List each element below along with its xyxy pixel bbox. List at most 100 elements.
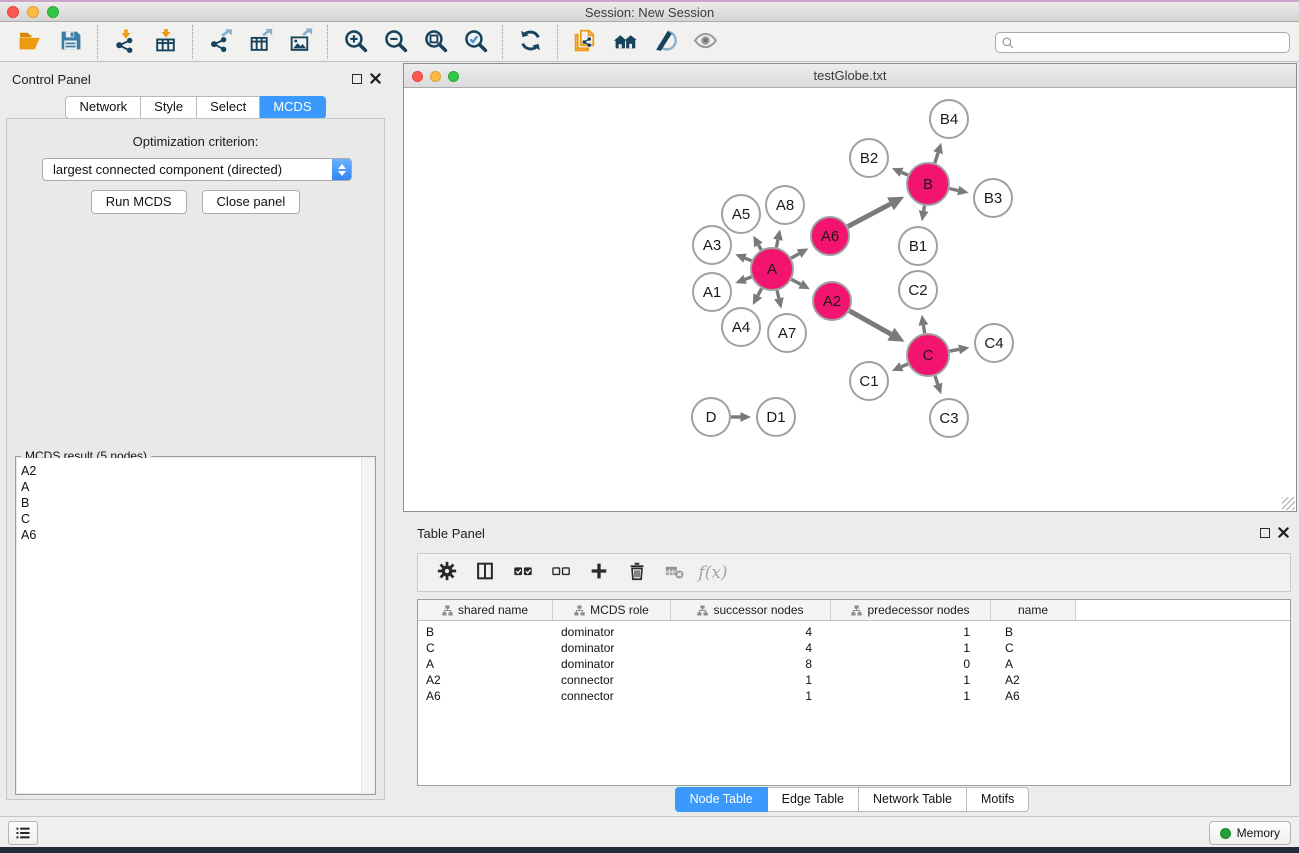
settings-icon xyxy=(436,560,458,585)
graph-edge-A2-C[interactable] xyxy=(849,311,891,334)
eye-button[interactable] xyxy=(690,26,720,58)
result-list-item[interactable]: B xyxy=(17,495,374,511)
show-task-history-button[interactable] xyxy=(8,821,38,845)
criterion-dropdown-value: largest connected component (directed) xyxy=(43,162,332,177)
export-table-button[interactable] xyxy=(245,26,275,58)
resize-grip-icon[interactable] xyxy=(1282,497,1295,510)
graph-edge-C-C1[interactable] xyxy=(902,364,908,367)
table-cell: 1 xyxy=(831,641,991,655)
graph-edge-arrowhead xyxy=(958,345,969,355)
graph-edge-C-C3[interactable] xyxy=(935,376,938,384)
float-table-panel-icon[interactable] xyxy=(1260,528,1270,538)
tab-network[interactable]: Network xyxy=(65,96,141,119)
graph-edge-A-A1[interactable] xyxy=(745,277,751,279)
table-row-B[interactable]: Bdominator41B xyxy=(418,624,1290,640)
column-header-name[interactable]: name xyxy=(991,600,1076,620)
graph-edge-A-A3[interactable] xyxy=(745,258,752,261)
close-panel-button[interactable]: Close panel xyxy=(202,190,301,214)
run-mcds-button[interactable]: Run MCDS xyxy=(91,190,187,214)
import-network-icon xyxy=(113,28,138,56)
graph-edge-A6-B[interactable] xyxy=(848,204,891,227)
zoom-fit-button[interactable] xyxy=(420,26,450,58)
graph-edge-A-A2[interactable] xyxy=(791,279,800,284)
close-table-panel-icon[interactable] xyxy=(1278,527,1289,538)
table-row-A[interactable]: Adominator80A xyxy=(418,656,1290,672)
graph-edge-B-B4[interactable] xyxy=(935,153,938,163)
open-file-button[interactable] xyxy=(15,26,45,58)
close-panel-icon[interactable] xyxy=(370,73,381,84)
mcds-result-list[interactable]: A2ABCA6 xyxy=(17,458,374,793)
graph-edge-A-A6[interactable] xyxy=(791,254,799,259)
result-list-scrollbar[interactable] xyxy=(361,458,374,793)
add-row-icon xyxy=(588,560,610,585)
graph-edge-A-A8[interactable] xyxy=(776,240,778,248)
search-input[interactable] xyxy=(1018,36,1289,50)
import-network-button[interactable] xyxy=(110,26,140,58)
table-row-C[interactable]: Cdominator41C xyxy=(418,640,1290,656)
deselect-all-button[interactable] xyxy=(548,559,574,587)
export-table-icon xyxy=(248,28,273,56)
memory-button[interactable]: Memory xyxy=(1209,821,1291,845)
tab-motifs[interactable]: Motifs xyxy=(967,787,1029,812)
graph-edge-B-B1[interactable] xyxy=(924,206,925,211)
settings-button[interactable] xyxy=(434,559,460,587)
result-list-item[interactable]: A2 xyxy=(17,463,374,479)
tab-select[interactable]: Select xyxy=(197,96,260,119)
tab-mcds[interactable]: MCDS xyxy=(260,96,325,119)
export-image-button[interactable] xyxy=(285,26,315,58)
graph-edge-A-A5[interactable] xyxy=(759,245,762,250)
save-session-button[interactable] xyxy=(55,26,85,58)
copy-network-button[interactable] xyxy=(570,26,600,58)
zoom-out-button[interactable] xyxy=(380,26,410,58)
table-row-A2[interactable]: A2connector11A2 xyxy=(418,672,1290,688)
graph-edge-C-C2[interactable] xyxy=(923,325,924,333)
function-builder-button: f(x) xyxy=(700,559,726,587)
refresh-icon xyxy=(518,28,543,56)
graph-edge-B-B3[interactable] xyxy=(950,189,959,191)
table-row-A6[interactable]: A6connector11A6 xyxy=(418,688,1290,704)
dropdown-stepper-icon xyxy=(332,159,351,180)
result-list-item[interactable]: A6 xyxy=(17,527,374,543)
zoom-in-button[interactable] xyxy=(340,26,370,58)
column-header-MCDS-role[interactable]: MCDS role xyxy=(553,600,671,620)
export-image-icon xyxy=(288,28,313,56)
delete-row-button[interactable] xyxy=(624,559,650,587)
select-all-button[interactable] xyxy=(510,559,536,587)
graph-edge-A-A7[interactable] xyxy=(777,290,779,298)
import-table-button[interactable] xyxy=(150,26,180,58)
graph-edge-B-B2[interactable] xyxy=(902,172,908,175)
tab-style[interactable]: Style xyxy=(141,96,197,119)
table-toolbar: f(x) xyxy=(417,553,1291,592)
add-row-button[interactable] xyxy=(586,559,612,587)
column-header-shared-name[interactable]: shared name xyxy=(418,600,553,620)
tab-edge-table[interactable]: Edge Table xyxy=(768,787,859,812)
columns-button[interactable] xyxy=(472,559,498,587)
show-hide-graphics-icon xyxy=(653,28,678,56)
export-network-button[interactable] xyxy=(205,26,235,58)
column-header-successor-nodes[interactable]: successor nodes xyxy=(671,600,831,620)
control-panel-tabs: NetworkStyleSelectMCDS xyxy=(0,96,391,119)
save-session-icon xyxy=(58,28,83,56)
app-titlebar[interactable]: Session: New Session xyxy=(0,2,1299,22)
graph-edge-C-C4[interactable] xyxy=(950,349,959,351)
show-hide-graphics-button[interactable] xyxy=(650,26,680,58)
table-cell: C xyxy=(991,641,1076,655)
tab-node-table[interactable]: Node Table xyxy=(675,787,768,812)
search-icon xyxy=(1001,36,1015,50)
column-header-predecessor-nodes[interactable]: predecessor nodes xyxy=(831,600,991,620)
float-panel-icon[interactable] xyxy=(352,74,362,84)
zoom-selected-button[interactable] xyxy=(460,26,490,58)
result-list-item[interactable]: A xyxy=(17,479,374,495)
table-cell: connector xyxy=(553,673,671,687)
network-window-titlebar[interactable]: testGlobe.txt xyxy=(404,64,1296,88)
search-field[interactable] xyxy=(995,32,1290,53)
graph-edge-A-A4[interactable] xyxy=(758,288,762,295)
refresh-button[interactable] xyxy=(515,26,545,58)
network-canvas-svg[interactable]: B4B2BB3A5A8A6A3AB1A1A2C2A4A7C4CC1DD1C3 xyxy=(404,88,1296,511)
graph-node-label-A3: A3 xyxy=(703,237,721,254)
home-button[interactable] xyxy=(610,26,640,58)
tab-network-table[interactable]: Network Table xyxy=(859,787,967,812)
network-canvas[interactable]: B4B2BB3A5A8A6A3AB1A1A2C2A4A7C4CC1DD1C3 xyxy=(404,88,1296,511)
criterion-dropdown[interactable]: largest connected component (directed) xyxy=(42,158,352,181)
result-list-item[interactable]: C xyxy=(17,511,374,527)
